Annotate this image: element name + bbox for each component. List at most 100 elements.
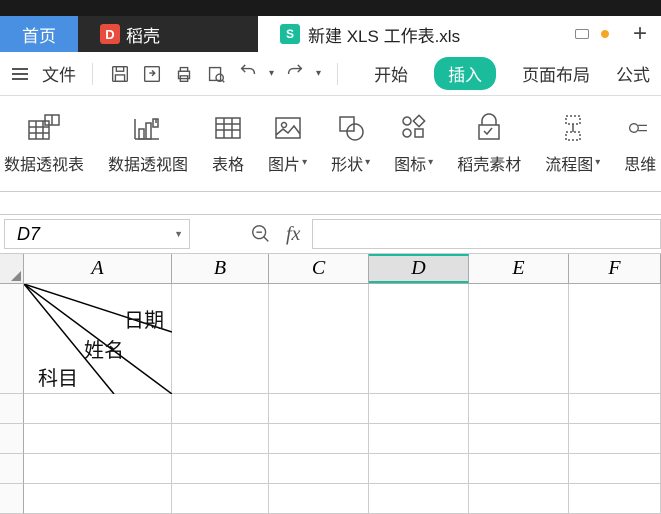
mindmap-button[interactable]: 思维 — [624, 113, 656, 175]
cell[interactable] — [369, 484, 469, 513]
menu-layout[interactable]: 页面布局 — [522, 61, 590, 86]
picture-button[interactable]: 图片▾ — [268, 113, 307, 175]
unsaved-dot-icon — [601, 30, 609, 38]
picture-label: 图片 — [268, 151, 300, 175]
cell[interactable] — [369, 284, 469, 393]
save-as-icon[interactable] — [141, 63, 163, 85]
cell[interactable] — [172, 284, 269, 393]
cell[interactable] — [24, 424, 172, 453]
tab-home[interactable]: 首页 — [0, 16, 78, 52]
cell[interactable] — [569, 454, 661, 483]
column-header-d[interactable]: D — [369, 254, 469, 283]
cell[interactable] — [569, 394, 661, 423]
select-all-corner[interactable] — [0, 254, 24, 283]
cell[interactable] — [469, 454, 569, 483]
diagonal-label-date: 日期 — [124, 304, 164, 333]
cell[interactable] — [569, 484, 661, 513]
save-icon[interactable] — [109, 63, 131, 85]
column-header-c[interactable]: C — [269, 254, 369, 283]
spreadsheet-grid: A B C D E F — [0, 254, 661, 514]
cell[interactable] — [172, 484, 269, 513]
column-header-e[interactable]: E — [469, 254, 569, 283]
window-icon[interactable] — [575, 29, 589, 39]
cell[interactable] — [172, 394, 269, 423]
tab-docer[interactable]: D 稻壳 — [78, 16, 258, 52]
docer-icon: D — [100, 24, 120, 44]
cell[interactable] — [269, 394, 369, 423]
chevron-down-icon: ▾ — [365, 157, 370, 168]
cell[interactable] — [469, 424, 569, 453]
pivot-table-label: 数据透视表 — [4, 151, 84, 175]
shape-button[interactable]: 形状▾ — [331, 113, 370, 175]
column-header-b[interactable]: B — [172, 254, 269, 283]
diagonal-label-subject: 科目 — [38, 362, 78, 391]
name-box[interactable]: D7 ▼ — [4, 219, 190, 249]
cell[interactable] — [569, 424, 661, 453]
cell[interactable] — [172, 454, 269, 483]
fx-icon[interactable]: fx — [286, 223, 300, 246]
chevron-down-icon: ▾ — [302, 157, 307, 168]
diagonal-label-name: 姓名 — [84, 334, 124, 363]
cell[interactable] — [269, 454, 369, 483]
cell[interactable] — [24, 454, 172, 483]
tab-docer-label: 稻壳 — [126, 22, 160, 47]
row-header[interactable] — [0, 284, 24, 394]
chevron-down-icon[interactable]: ▼ — [174, 229, 183, 239]
xls-icon: S — [280, 24, 300, 44]
shape-label: 形状 — [331, 151, 363, 175]
tab-active[interactable]: S 新建 XLS 工作表.xls — [258, 16, 619, 52]
tab-bar: 首页 D 稻壳 S 新建 XLS 工作表.xls + — [0, 16, 661, 52]
zoom-out-icon[interactable] — [250, 223, 272, 245]
pivot-table-button[interactable]: 数据透视表 — [4, 113, 84, 175]
redo-dropdown-icon[interactable]: ▾ — [316, 68, 321, 79]
quick-access-toolbar: 文件 ▾ ▾ 开始 插入 页面布局 公式 — [0, 52, 661, 96]
print-preview-icon[interactable] — [205, 63, 227, 85]
cell[interactable] — [269, 484, 369, 513]
table-button[interactable]: 表格 — [212, 113, 244, 175]
cell[interactable] — [469, 284, 569, 393]
menu-icon[interactable] — [8, 64, 32, 84]
cell[interactable] — [569, 284, 661, 393]
undo-dropdown-icon[interactable]: ▾ — [269, 68, 274, 79]
cell[interactable] — [369, 394, 469, 423]
column-header-f[interactable]: F — [569, 254, 661, 283]
file-menu[interactable]: 文件 — [42, 61, 76, 86]
flowchart-button[interactable]: 流程图▾ — [545, 113, 600, 175]
row-header[interactable] — [0, 394, 24, 424]
cell[interactable] — [24, 484, 172, 513]
column-header-a[interactable]: A — [24, 254, 172, 283]
cell[interactable] — [469, 484, 569, 513]
tab-active-label: 新建 XLS 工作表.xls — [308, 22, 460, 47]
pivot-chart-button[interactable]: 数据透视图 — [108, 113, 188, 175]
formula-bar: D7 ▼ fx — [0, 214, 661, 254]
ribbon: 数据透视表 数据透视图 表格 图片▾ 形状▾ 图标▾ 稻壳素材 流程图▾ 思维 — [0, 96, 661, 192]
docer-material-button[interactable]: 稻壳素材 — [457, 113, 521, 175]
redo-icon[interactable] — [284, 63, 306, 85]
cell[interactable] — [369, 424, 469, 453]
print-icon[interactable] — [173, 63, 195, 85]
chevron-down-icon: ▾ — [595, 157, 600, 168]
cell[interactable] — [369, 454, 469, 483]
mindmap-label: 思维 — [624, 151, 656, 175]
cell[interactable] — [172, 424, 269, 453]
undo-icon[interactable] — [237, 63, 259, 85]
cell[interactable] — [269, 284, 369, 393]
cell[interactable] — [269, 424, 369, 453]
menu-insert[interactable]: 插入 — [434, 57, 496, 90]
row-header[interactable] — [0, 484, 24, 514]
docer-material-label: 稻壳素材 — [457, 151, 521, 175]
icon-button[interactable]: 图标▾ — [394, 113, 433, 175]
cell[interactable] — [24, 394, 172, 423]
row-header[interactable] — [0, 454, 24, 484]
formula-input[interactable] — [312, 219, 661, 249]
new-tab-button[interactable]: + — [619, 16, 661, 52]
menu-formula[interactable]: 公式 — [616, 61, 650, 86]
table-label: 表格 — [212, 151, 244, 175]
row-header[interactable] — [0, 424, 24, 454]
pivot-chart-label: 数据透视图 — [108, 151, 188, 175]
flowchart-label: 流程图 — [545, 151, 593, 175]
name-box-value: D7 — [17, 224, 40, 245]
cell[interactable] — [469, 394, 569, 423]
menu-start[interactable]: 开始 — [374, 61, 408, 86]
chevron-down-icon: ▾ — [428, 157, 433, 168]
